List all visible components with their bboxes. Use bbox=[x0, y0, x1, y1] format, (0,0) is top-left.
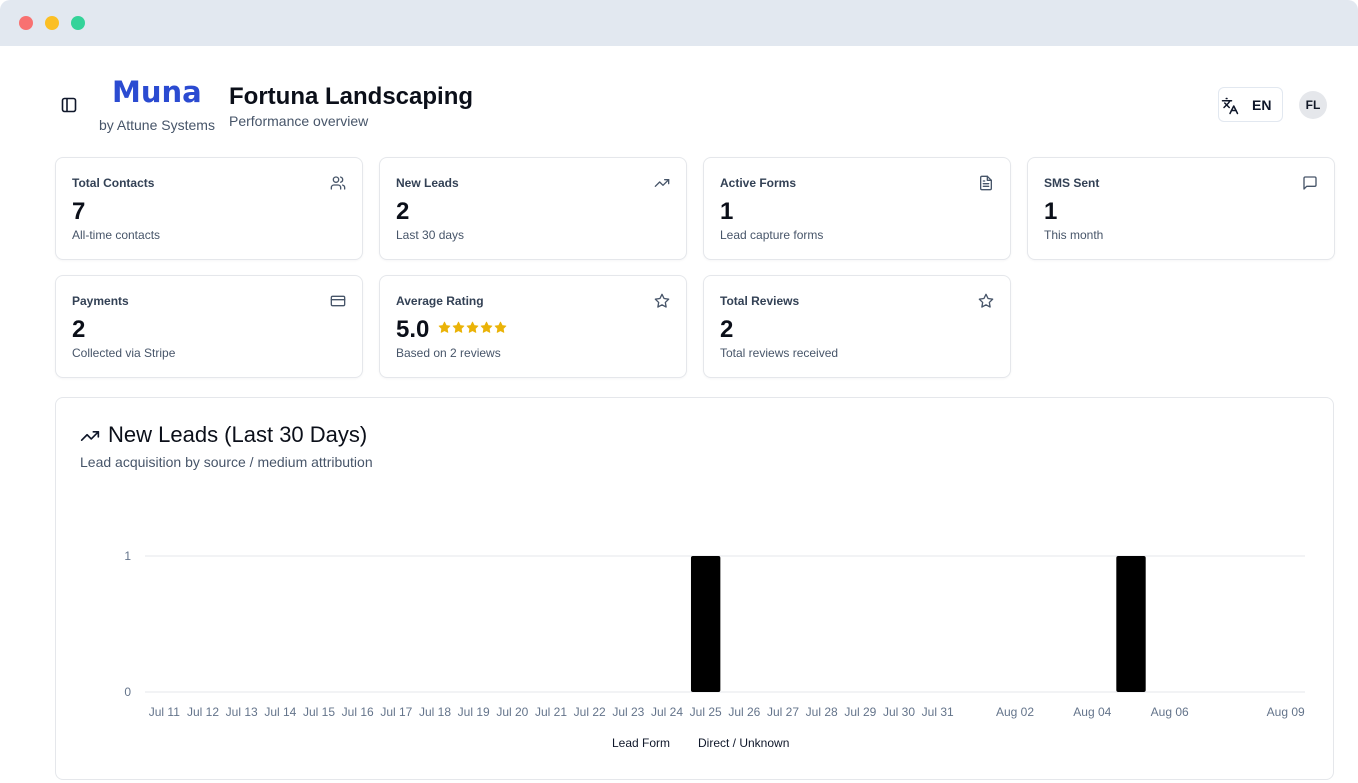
new-leads-chart-card: New Leads (Last 30 Days) Lead acquisitio… bbox=[55, 397, 1334, 780]
x-tick-label: Jul 16 bbox=[342, 705, 374, 719]
stat-value: 1 bbox=[1044, 198, 1058, 225]
credit-card-icon bbox=[330, 295, 346, 307]
stat-description: Lead capture forms bbox=[720, 228, 824, 242]
legend-item: Lead Form bbox=[612, 736, 670, 750]
stat-description: All-time contacts bbox=[72, 228, 161, 242]
y-tick-label: 1 bbox=[124, 549, 131, 563]
x-tick-label: Jul 26 bbox=[728, 705, 760, 719]
x-tick-label: Jul 22 bbox=[574, 705, 606, 719]
x-tick-label: Aug 04 bbox=[1073, 705, 1111, 719]
x-tick-label: Jul 12 bbox=[187, 705, 219, 719]
page-title: Fortuna Landscaping bbox=[229, 83, 474, 110]
close-window-button[interactable] bbox=[19, 16, 33, 30]
star-icon bbox=[978, 293, 994, 308]
x-tick-label: Jul 28 bbox=[806, 705, 838, 719]
stat-value: 2 bbox=[396, 198, 410, 225]
stat-title: Average Rating bbox=[396, 294, 484, 308]
stat-title: Payments bbox=[72, 294, 129, 308]
new-leads-bar-chart: 0 1 Jul 11 Jul 12 Jul 13 Jul 14 Jul 15 Jul 16 Ju… bbox=[124, 549, 1305, 750]
x-tick-label: Aug 02 bbox=[996, 705, 1034, 719]
sidebar-toggle-icon[interactable] bbox=[60, 96, 78, 114]
stat-card-payments: Payments 2 Collected via Stripe bbox=[55, 275, 363, 378]
language-label: EN bbox=[1252, 97, 1272, 113]
message-icon bbox=[1303, 176, 1317, 190]
stat-card-active-forms: Active Forms 1 Lead capture forms bbox=[703, 157, 1011, 260]
x-tick-label: Jul 18 bbox=[419, 705, 451, 719]
stat-card-new-leads: New Leads 2 Last 30 days bbox=[379, 157, 687, 260]
rating-star-icon bbox=[494, 321, 507, 333]
x-tick-label: Jul 13 bbox=[226, 705, 258, 719]
x-tick-label: Jul 29 bbox=[844, 705, 876, 719]
star-icon bbox=[654, 293, 670, 308]
language-button[interactable]: EN bbox=[1218, 87, 1283, 122]
stat-card-total-reviews: Total Reviews 2 Total reviews received bbox=[703, 275, 1011, 378]
x-tick-label: Jul 24 bbox=[651, 705, 683, 719]
svg-text:Munai: Munai bbox=[112, 75, 202, 108]
stat-description: Collected via Stripe bbox=[72, 346, 176, 360]
x-tick-label: Jul 25 bbox=[690, 705, 722, 719]
translate-icon bbox=[1221, 97, 1239, 115]
x-tick-label: Jul 27 bbox=[767, 705, 799, 719]
stat-value: 2 bbox=[720, 316, 734, 343]
stat-title: Total Reviews bbox=[720, 294, 800, 308]
stat-description: This month bbox=[1044, 228, 1104, 242]
x-tick-label: Aug 06 bbox=[1151, 705, 1189, 719]
stat-title: SMS Sent bbox=[1044, 176, 1100, 190]
x-tick-label: Jul 15 bbox=[303, 705, 335, 719]
stat-title: Total Contacts bbox=[72, 176, 155, 190]
legend-item: Direct / Unknown bbox=[698, 736, 789, 750]
x-tick-label: Jul 20 bbox=[496, 705, 528, 719]
logo-tagline: by Attune Systems bbox=[99, 117, 215, 133]
stat-value: 7 bbox=[72, 198, 86, 225]
munai-logo: Munai bbox=[112, 75, 202, 108]
bar-direct-unknown bbox=[1116, 556, 1146, 692]
rating-star-icon bbox=[466, 321, 479, 333]
x-tick-label: Jul 17 bbox=[380, 705, 412, 719]
stat-card-total-contacts: Total Contacts 7 All-time contacts bbox=[55, 157, 363, 260]
x-tick-label: Jul 30 bbox=[883, 705, 915, 719]
bar-direct-unknown bbox=[690, 556, 721, 692]
stat-value: 1 bbox=[720, 198, 734, 225]
x-tick-label: Jul 11 bbox=[149, 705, 180, 719]
stat-value: 5.0 bbox=[396, 316, 430, 343]
y-tick-label: 0 bbox=[124, 685, 131, 699]
stat-card-average-rating: Average Rating 5.0 Based on 2 reviews bbox=[379, 275, 687, 378]
x-tick-label: Jul 21 bbox=[535, 705, 567, 719]
x-tick-label: Jul 23 bbox=[612, 705, 644, 719]
stat-description: Last 30 days bbox=[396, 228, 465, 242]
stat-title: New Leads bbox=[396, 176, 459, 190]
rating-star-icon bbox=[438, 321, 451, 333]
rating-star-icon bbox=[452, 321, 465, 333]
maximize-window-button[interactable] bbox=[71, 16, 85, 30]
users-icon bbox=[330, 176, 346, 190]
document-icon bbox=[980, 175, 992, 191]
rating-stars bbox=[438, 321, 507, 334]
x-tick-label: Aug 09 bbox=[1267, 705, 1305, 719]
page-subtitle: Performance overview bbox=[229, 113, 369, 129]
window-titlebar bbox=[0, 0, 1358, 46]
rating-star-icon bbox=[480, 321, 493, 333]
trending-up-icon bbox=[654, 179, 670, 187]
stat-value: 2 bbox=[72, 316, 86, 343]
minimize-window-button[interactable] bbox=[45, 16, 59, 30]
stat-card-sms-sent: SMS Sent 1 This month bbox=[1027, 157, 1335, 260]
stat-description: Based on 2 reviews bbox=[396, 346, 501, 360]
stat-description: Total reviews received bbox=[720, 346, 839, 360]
x-tick-label: Jul 31 bbox=[922, 705, 954, 719]
x-tick-label: Jul 14 bbox=[264, 705, 296, 719]
stat-title: Active Forms bbox=[720, 176, 797, 190]
user-avatar[interactable]: FL bbox=[1299, 91, 1327, 119]
x-tick-label: Jul 19 bbox=[458, 705, 490, 719]
